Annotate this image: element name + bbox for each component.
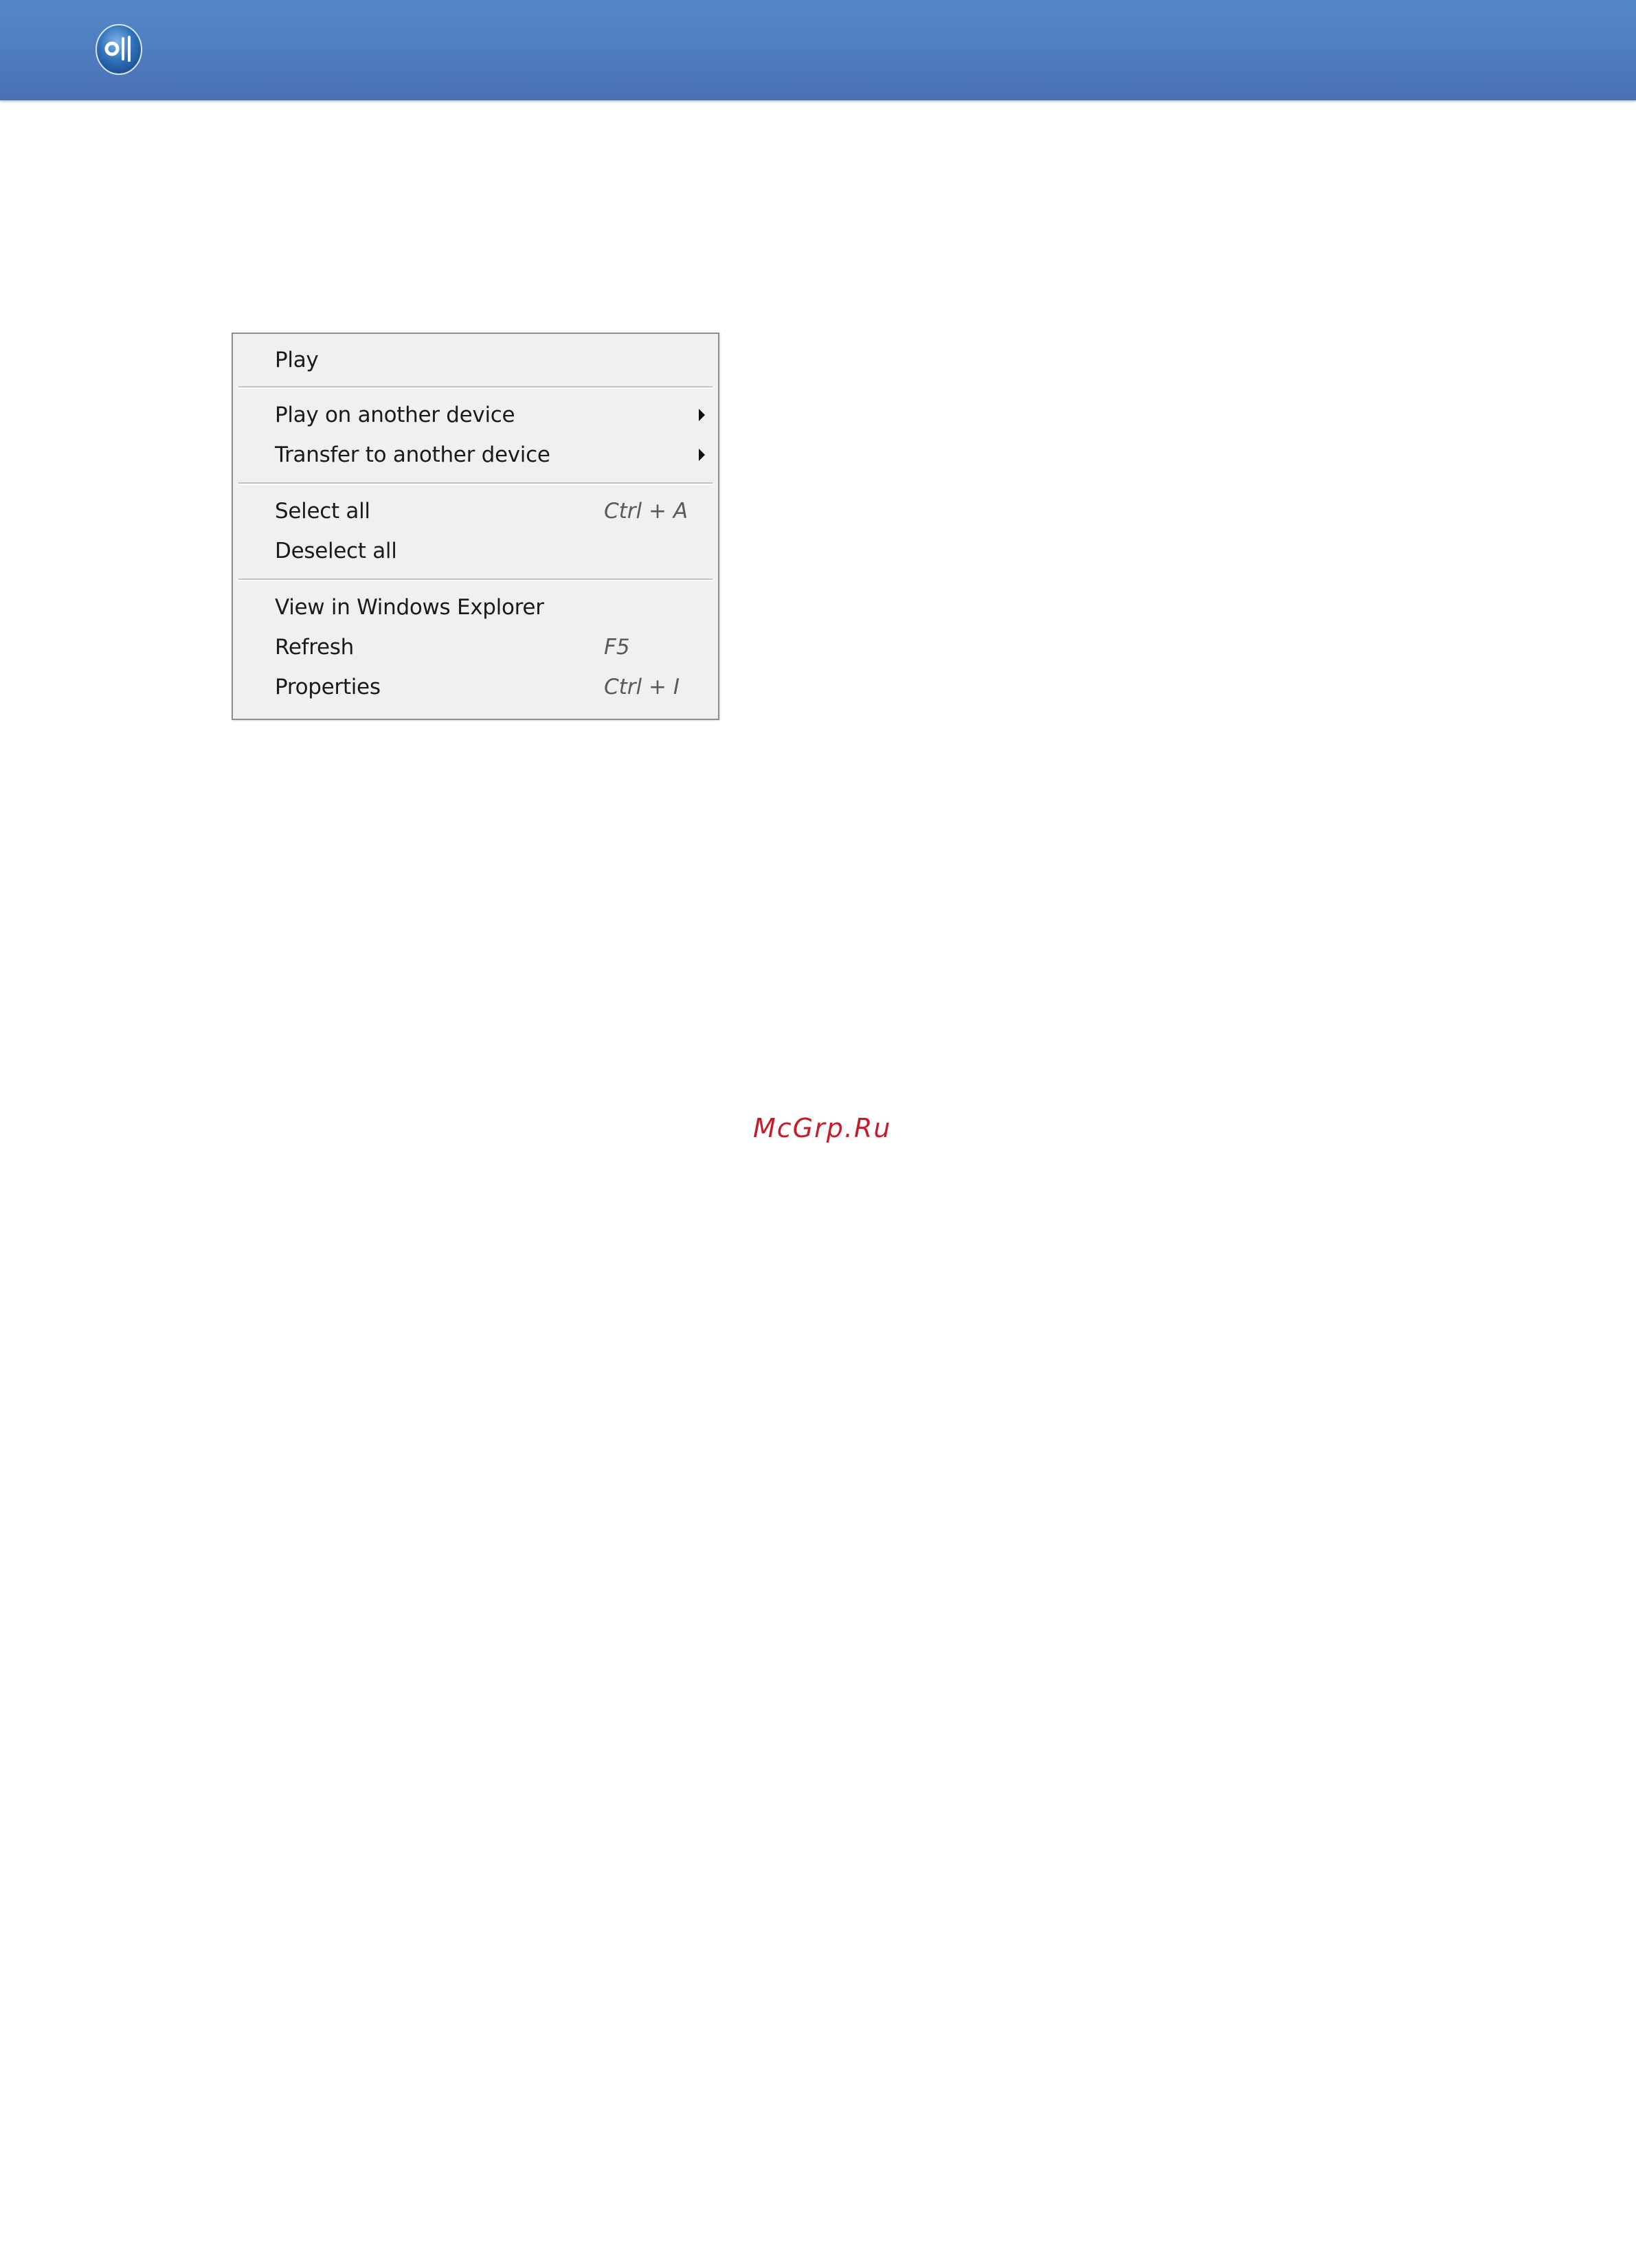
menu-item-play-on-another-device[interactable]: Play on another device — [233, 396, 718, 434]
menu-separator — [238, 579, 713, 581]
app-logo-icon — [96, 24, 142, 75]
menu-item-label: Deselect all — [275, 539, 397, 563]
menu-item-label: View in Windows Explorer — [275, 595, 544, 620]
menu-item-shortcut: Ctrl + I — [604, 675, 680, 699]
menu-item-play[interactable]: Play — [233, 341, 718, 379]
menu-item-label: Play on another device — [275, 403, 515, 427]
menu-item-properties[interactable]: Properties Ctrl + I — [233, 668, 718, 706]
menu-item-select-all[interactable]: Select all Ctrl + A — [233, 492, 718, 530]
menu-item-shortcut: F5 — [604, 635, 630, 660]
watermark-text: McGrp.Ru — [753, 1113, 892, 1143]
menu-item-label: Select all — [275, 499, 370, 524]
menu-item-label: Refresh — [275, 635, 354, 660]
chevron-right-icon — [699, 409, 705, 421]
chevron-right-icon — [699, 449, 705, 461]
menu-item-label: Transfer to another device — [275, 442, 550, 467]
menu-item-refresh[interactable]: Refresh F5 — [233, 628, 718, 666]
menu-item-deselect-all[interactable]: Deselect all — [233, 532, 718, 570]
menu-separator — [238, 386, 713, 389]
menu-separator — [238, 482, 713, 485]
top-banner — [0, 0, 1636, 100]
menu-item-label: Play — [275, 348, 319, 372]
menu-item-shortcut: Ctrl + A — [604, 499, 688, 524]
menu-item-transfer-to-another-device[interactable]: Transfer to another device — [233, 436, 718, 474]
menu-item-label: Properties — [275, 675, 381, 699]
menu-item-view-in-windows-explorer[interactable]: View in Windows Explorer — [233, 588, 718, 627]
context-menu: Play Play on another device Transfer to … — [232, 333, 719, 720]
